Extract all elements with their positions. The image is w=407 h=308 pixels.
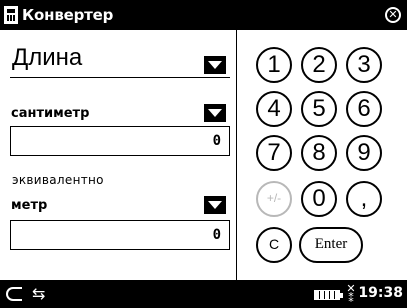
from-unit-label: сантиметр [11, 106, 90, 121]
key-5[interactable]: 5 [301, 91, 337, 127]
key-clear[interactable]: C [256, 227, 292, 263]
to-value-field[interactable]: 0 [10, 220, 230, 250]
to-unit-label: метр [11, 198, 48, 213]
from-value-field[interactable]: 0 [10, 126, 230, 156]
category-select[interactable]: Длина [10, 44, 230, 78]
key-comma[interactable]: , [346, 181, 382, 217]
key-1[interactable]: 1 [256, 47, 292, 83]
equivalent-label: эквивалентно [12, 173, 104, 187]
battery-icon[interactable] [314, 290, 343, 300]
key-0[interactable]: 0 [301, 181, 337, 217]
calculator-icon [4, 6, 18, 24]
clock[interactable]: 19:38 [358, 285, 403, 301]
sync-icon[interactable] [32, 284, 52, 303]
key-2[interactable]: 2 [301, 47, 337, 83]
from-value: 0 [212, 133, 221, 149]
key-plus-minus: +/- [256, 181, 292, 217]
key-8[interactable]: 8 [301, 135, 337, 171]
to-unit-dropdown-icon[interactable] [204, 196, 226, 214]
title-bar: Конвертер ✕ [0, 0, 407, 30]
key-6[interactable]: 6 [346, 91, 382, 127]
back-arrow-icon[interactable] [6, 287, 22, 301]
to-value: 0 [212, 227, 221, 243]
taskbar: ✕ ⁑ 19:38 [0, 280, 407, 308]
antenna-icon[interactable]: ✕ ⁑ [346, 283, 356, 304]
enter-button[interactable]: Enter [299, 227, 363, 263]
close-icon[interactable]: ✕ [385, 7, 401, 23]
panel-divider [236, 30, 237, 280]
key-4[interactable]: 4 [256, 91, 292, 127]
converter-panel: Длина сантиметр 0 эквивалентно метр 0 [0, 30, 235, 280]
app-title: Конвертер [22, 6, 114, 24]
category-label: Длина [12, 44, 83, 71]
key-7[interactable]: 7 [256, 135, 292, 171]
chevron-down-icon[interactable] [204, 56, 226, 74]
key-9[interactable]: 9 [346, 135, 382, 171]
key-3[interactable]: 3 [346, 47, 382, 83]
from-unit-dropdown-icon[interactable] [204, 104, 226, 122]
